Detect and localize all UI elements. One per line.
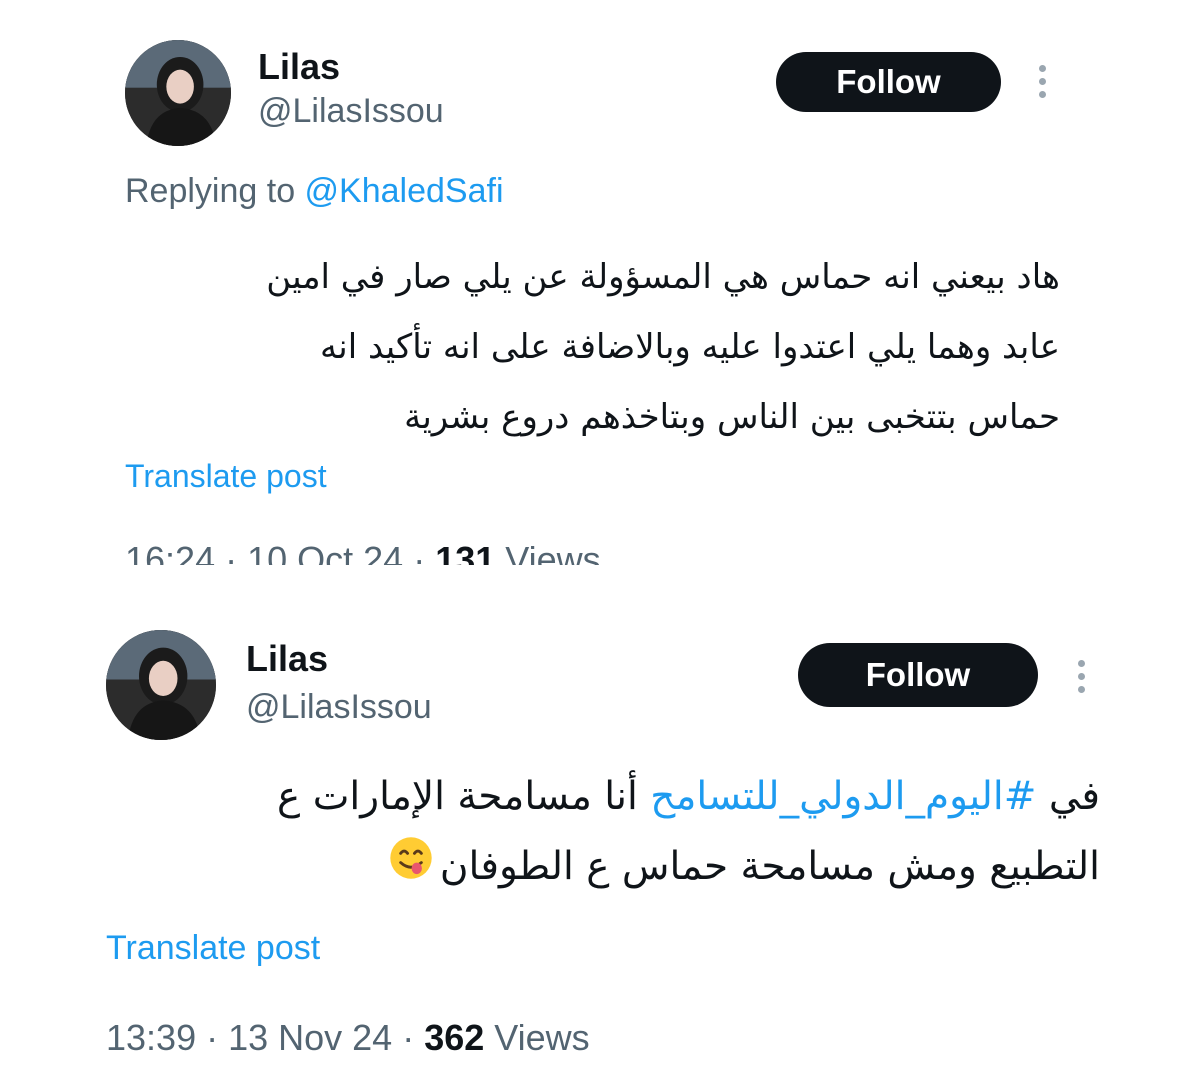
more-options-icon[interactable] [1071, 657, 1091, 697]
tweet-text-line: التطبيع ومش مسامحة حماس ع الطوفان [277, 832, 1100, 904]
tweet-text: في #اليوم_الدولي_للتسامح أنا مسامحة الإم… [277, 762, 1100, 904]
meta-separator: · [196, 1017, 229, 1058]
display-name[interactable]: Lilas [258, 45, 340, 89]
tweet-2[interactable]: Lilas @LilasIssou Follow في #اليوم_الدول… [0, 610, 1200, 1087]
meta-separator: · [392, 1017, 425, 1058]
tweet-text-line: هاد بيعني انه حماس هي المسؤولة عن يلي صا… [266, 257, 1060, 297]
tweet-text-segment: التطبيع ومش مسامحة حماس ع الطوفان [439, 844, 1100, 889]
profile-photo-icon [125, 40, 231, 146]
avatar[interactable] [125, 40, 231, 146]
tweet-1[interactable]: Lilas @LilasIssou Follow Replying to @Kh… [0, 0, 1200, 565]
tweet-text-line: في #اليوم_الدولي_للتسامح أنا مسامحة الإم… [277, 762, 1100, 832]
mention-link[interactable]: @KhaledSafi [305, 172, 504, 210]
replying-to-label: Replying to [125, 172, 305, 210]
tweet-time[interactable]: 16:24 [125, 539, 215, 565]
follow-button[interactable]: Follow [798, 643, 1038, 707]
views-label: Views [494, 1017, 590, 1058]
tweet-date[interactable]: 13 Nov 24 [228, 1017, 392, 1058]
replying-to: Replying to @KhaledSafi [125, 170, 504, 212]
meta-separator: · [215, 539, 248, 565]
avatar[interactable] [106, 630, 216, 740]
tweet-text: هاد بيعني انه حماس هي المسؤولة عن يلي صا… [266, 242, 1060, 452]
face-savoring-food-emoji-icon [388, 834, 434, 904]
tweet-text-line: عابد وهما يلي اعتدوا عليه وبالاضافة على … [320, 327, 1060, 367]
tweet-text-segment: في [1036, 774, 1100, 819]
follow-button[interactable]: Follow [776, 52, 1001, 112]
views-count: 362 [424, 1017, 485, 1058]
views-count: 131 [435, 539, 496, 565]
hashtag-link[interactable]: #اليوم_الدولي_للتسامح [650, 774, 1036, 819]
translate-post-link[interactable]: Translate post [106, 928, 320, 968]
tweet-date[interactable]: 10 Oct 24 [247, 539, 403, 565]
views-label: Views [505, 539, 601, 565]
user-handle[interactable]: @LilasIssou [246, 686, 432, 728]
tweet-meta: 16:24 · 10 Oct 24 · 131 Views [125, 538, 601, 565]
tweet-time[interactable]: 13:39 [106, 1017, 196, 1058]
tweet-text-segment: أنا مسامحة الإمارات ع [277, 774, 651, 819]
translate-post-link[interactable]: Translate post [125, 456, 327, 496]
tweet-meta: 13:39 · 13 Nov 24 · 362 Views [106, 1016, 590, 1060]
tweet-text-line: حماس بتتخبى بين الناس وبتاخذهم دروع بشري… [404, 397, 1060, 437]
more-options-icon[interactable] [1032, 62, 1052, 102]
display-name[interactable]: Lilas [246, 637, 328, 681]
user-handle[interactable]: @LilasIssou [258, 90, 444, 132]
meta-separator: · [403, 539, 436, 565]
profile-photo-icon [106, 630, 216, 740]
